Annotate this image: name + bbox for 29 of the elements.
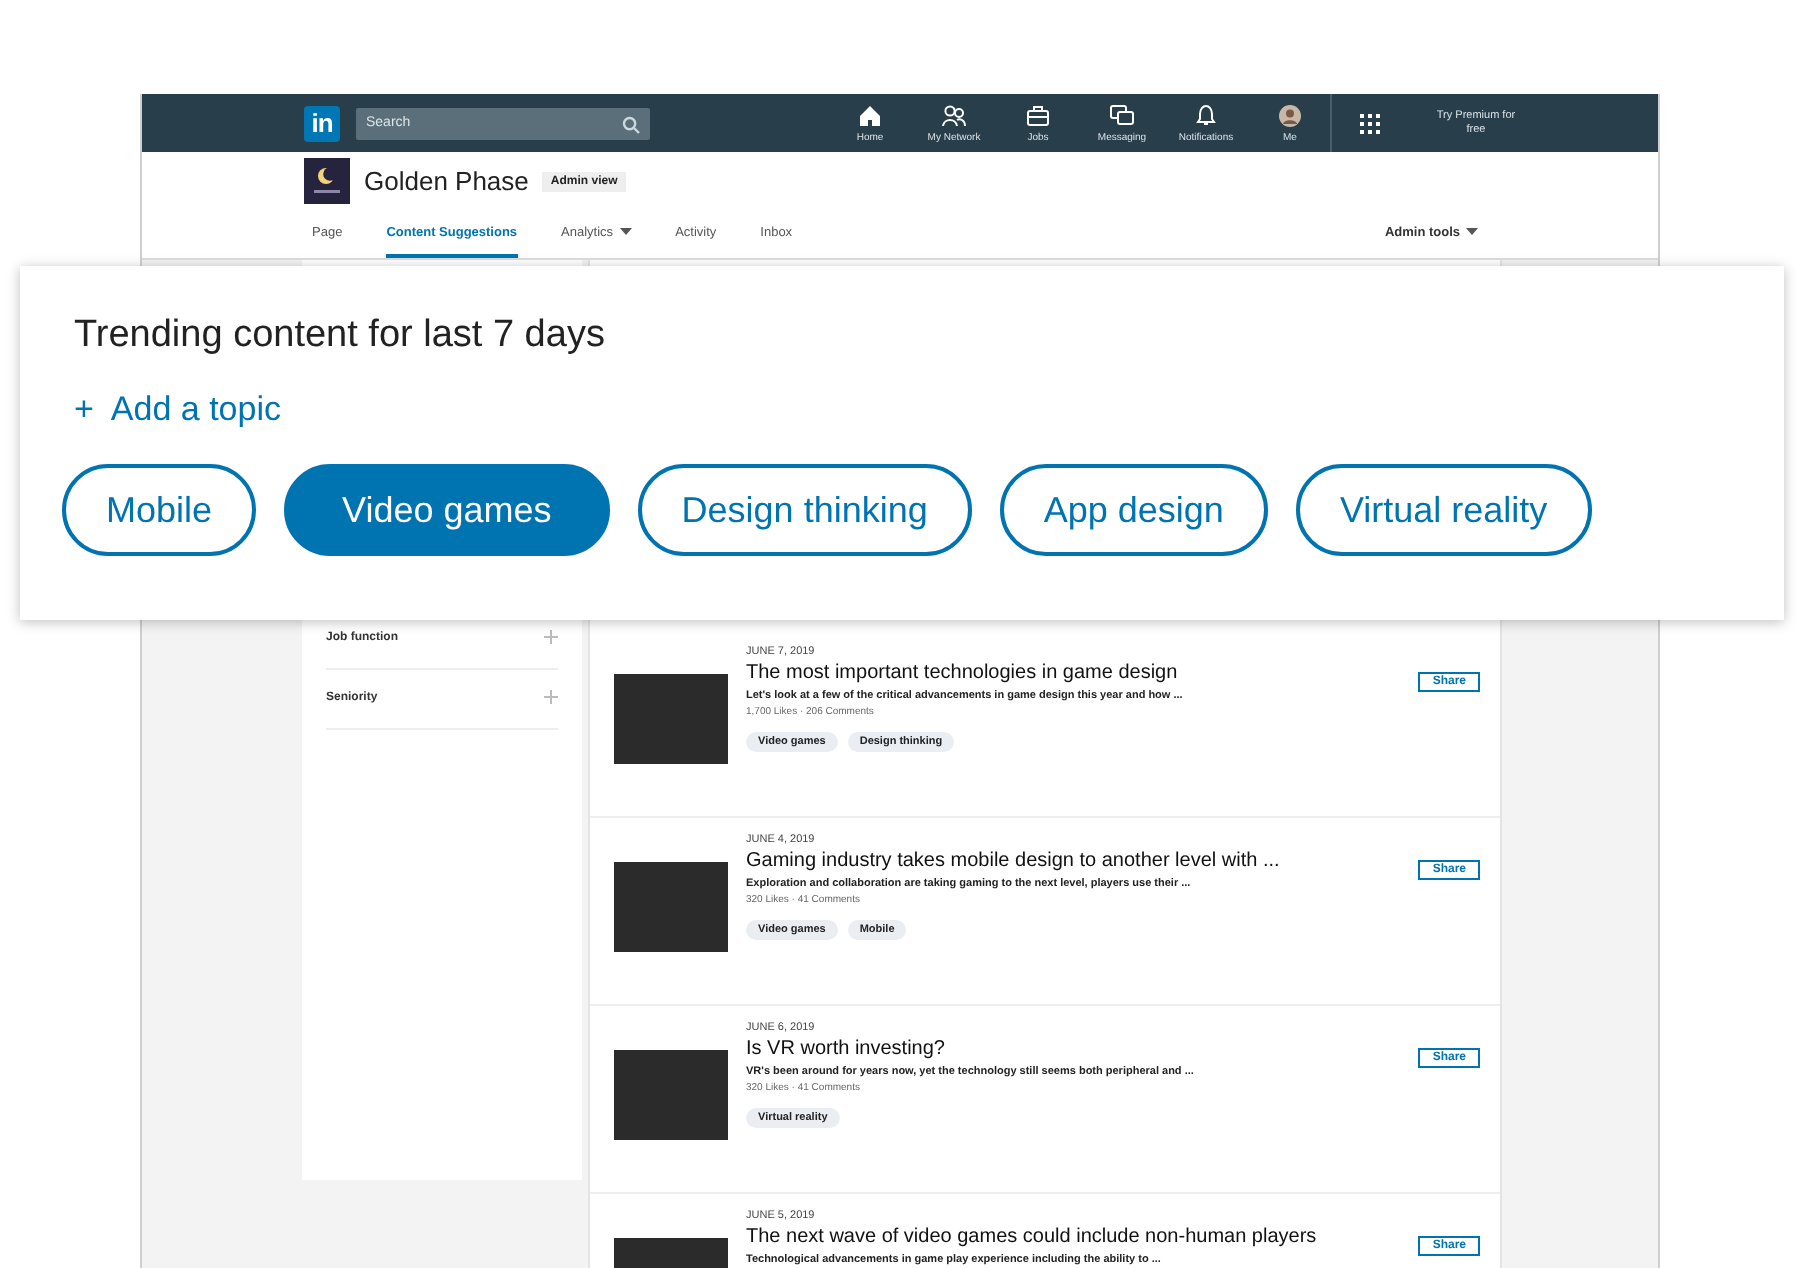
topic-chip[interactable]: App design [999,464,1268,556]
topic-chip[interactable]: Design thinking [637,464,972,556]
photo-placeholder [614,862,728,952]
photo-placeholder [614,1050,728,1140]
apps-grid-icon[interactable] [1360,113,1380,133]
avatar-icon [1278,103,1302,127]
topic-chip[interactable]: Mobile [62,464,257,556]
chat-icon [1110,103,1134,127]
caret-icon [1466,228,1478,236]
home-icon [858,103,882,127]
add-topic-link[interactable]: + Add a topic [74,390,281,430]
company-logo [304,158,350,204]
search-icon [622,115,640,133]
photo-placeholder [614,674,728,764]
company-name: Golden Phase [364,166,529,196]
post-title[interactable]: Is VR worth investing? [746,1038,1419,1060]
topic-chip[interactable]: Virtual reality [1295,464,1592,556]
caret-icon [619,228,632,236]
post-title[interactable]: The most important technologies in game design [746,662,1419,684]
people-icon [942,103,966,127]
topic-chip[interactable]: Video games [284,464,610,556]
briefcase-icon [1026,103,1050,127]
logo[interactable]: in [304,105,340,141]
plus-icon [544,630,558,644]
card-title: Trending content for last 7 days [74,314,605,358]
post-title[interactable]: Gaming industry takes mobile design to another level with ... [746,850,1419,872]
plus-icon [544,690,558,704]
post-title[interactable]: The next wave of video games could include non-human players [746,1226,1419,1248]
bell-icon [1194,103,1218,127]
